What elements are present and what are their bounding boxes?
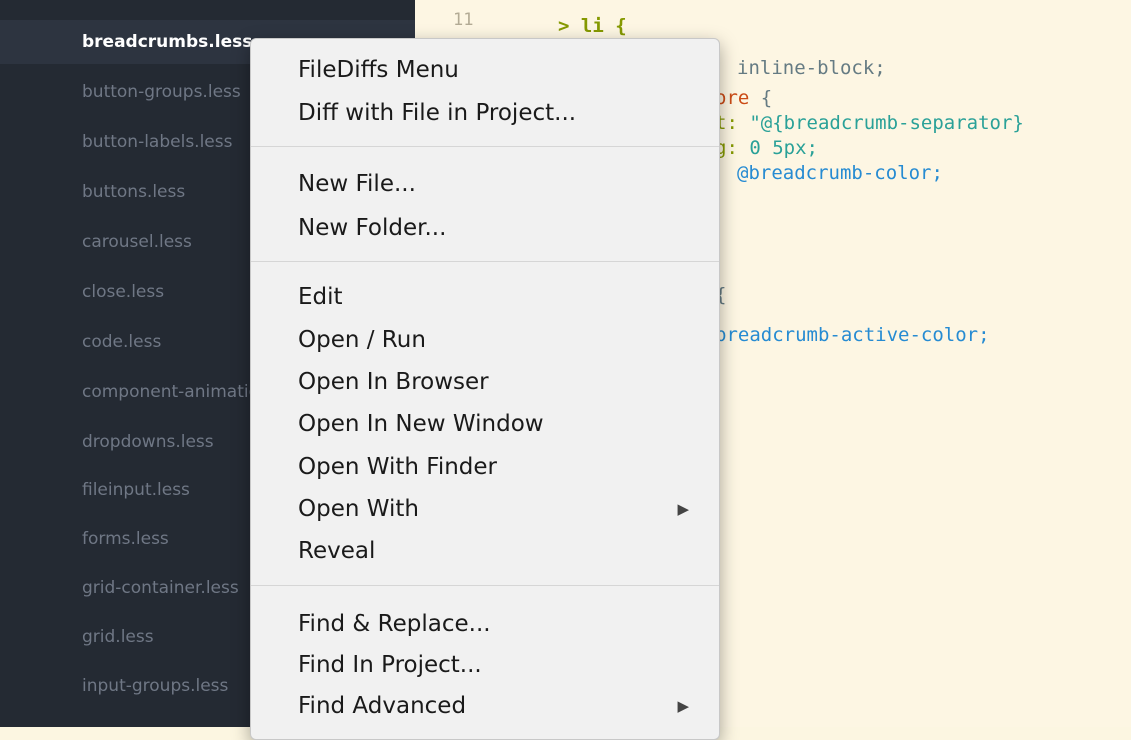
sidebar-item-buttons[interactable]: buttons.less	[82, 170, 185, 214]
sidebar-item-grid-container[interactable]: grid-container.less	[82, 566, 239, 610]
sidebar-item-close[interactable]: close.less	[82, 270, 164, 314]
menu-item-find-advanced-label: Find Advanced	[298, 693, 467, 719]
sidebar-item-grid[interactable]: grid.less	[82, 615, 154, 659]
context-menu: FileDiffs Menu Diff with File in Project…	[250, 38, 720, 740]
submenu-arrow-icon: ▶	[677, 697, 689, 715]
sidebar-item-dropdowns[interactable]: dropdowns.less	[82, 420, 214, 464]
property-name: t:	[715, 112, 750, 134]
code-line-content: t: "@{breadcrumb-separator}	[715, 111, 1024, 135]
code-line-color: @breadcrumb-color;	[737, 162, 943, 184]
sidebar-item-forms[interactable]: forms.less	[82, 517, 169, 561]
line-number: 11	[453, 10, 474, 30]
sidebar-item-breadcrumbs[interactable]: breadcrumbs.less	[82, 20, 252, 64]
menu-item-new-folder[interactable]: New Folder...	[298, 213, 695, 243]
menu-item-filediffs-menu[interactable]: FileDiffs Menu	[298, 55, 695, 85]
menu-item-find-replace[interactable]: Find & Replace...	[298, 609, 695, 639]
menu-item-open-with[interactable]: Open With ▶	[298, 494, 695, 524]
string-value: "@{breadcrumb-separator}	[749, 112, 1024, 134]
menu-item-open-run[interactable]: Open / Run	[298, 325, 695, 355]
menu-item-open-with-finder[interactable]: Open With Finder	[298, 452, 695, 482]
sidebar-item-button-groups[interactable]: button-groups.less	[82, 70, 241, 114]
brace: {	[749, 87, 773, 109]
menu-item-reveal[interactable]: Reveal	[298, 536, 695, 566]
number-value: 0 5px;	[749, 137, 818, 159]
code-line-padding: g: 0 5px;	[715, 136, 818, 160]
sidebar-item-button-labels[interactable]: button-labels.less	[82, 120, 232, 164]
menu-item-edit[interactable]: Edit	[298, 282, 695, 312]
menu-separator	[251, 146, 719, 147]
sidebar-item-carousel[interactable]: carousel.less	[82, 220, 192, 264]
code-line-active-color: breadcrumb-active-color;	[715, 324, 990, 346]
pseudo-before-keyword: ore	[715, 87, 750, 109]
submenu-arrow-icon: ▶	[677, 500, 689, 518]
menu-item-diff-with-file[interactable]: Diff with File in Project...	[298, 98, 695, 128]
menu-item-open-in-browser[interactable]: Open In Browser	[298, 367, 695, 397]
menu-separator	[251, 585, 719, 586]
sidebar-item-input-groups[interactable]: input-groups.less	[82, 664, 228, 708]
sidebar-item-fileinput[interactable]: fileinput.less	[82, 468, 190, 512]
menu-separator	[251, 261, 719, 262]
menu-item-open-with-label: Open With	[298, 496, 419, 522]
menu-item-open-in-new-window[interactable]: Open In New Window	[298, 409, 695, 439]
code-line-display: inline-block;	[737, 57, 886, 79]
property-name: g:	[715, 137, 750, 159]
sidebar-item-code[interactable]: code.less	[82, 320, 161, 364]
menu-item-find-advanced[interactable]: Find Advanced ▶	[298, 691, 695, 721]
menu-item-find-in-project[interactable]: Find In Project...	[298, 650, 695, 680]
code-line-li-selector: > li {	[558, 15, 627, 37]
code-line-before: ore {	[715, 86, 772, 110]
menu-item-new-file[interactable]: New File...	[298, 169, 695, 199]
